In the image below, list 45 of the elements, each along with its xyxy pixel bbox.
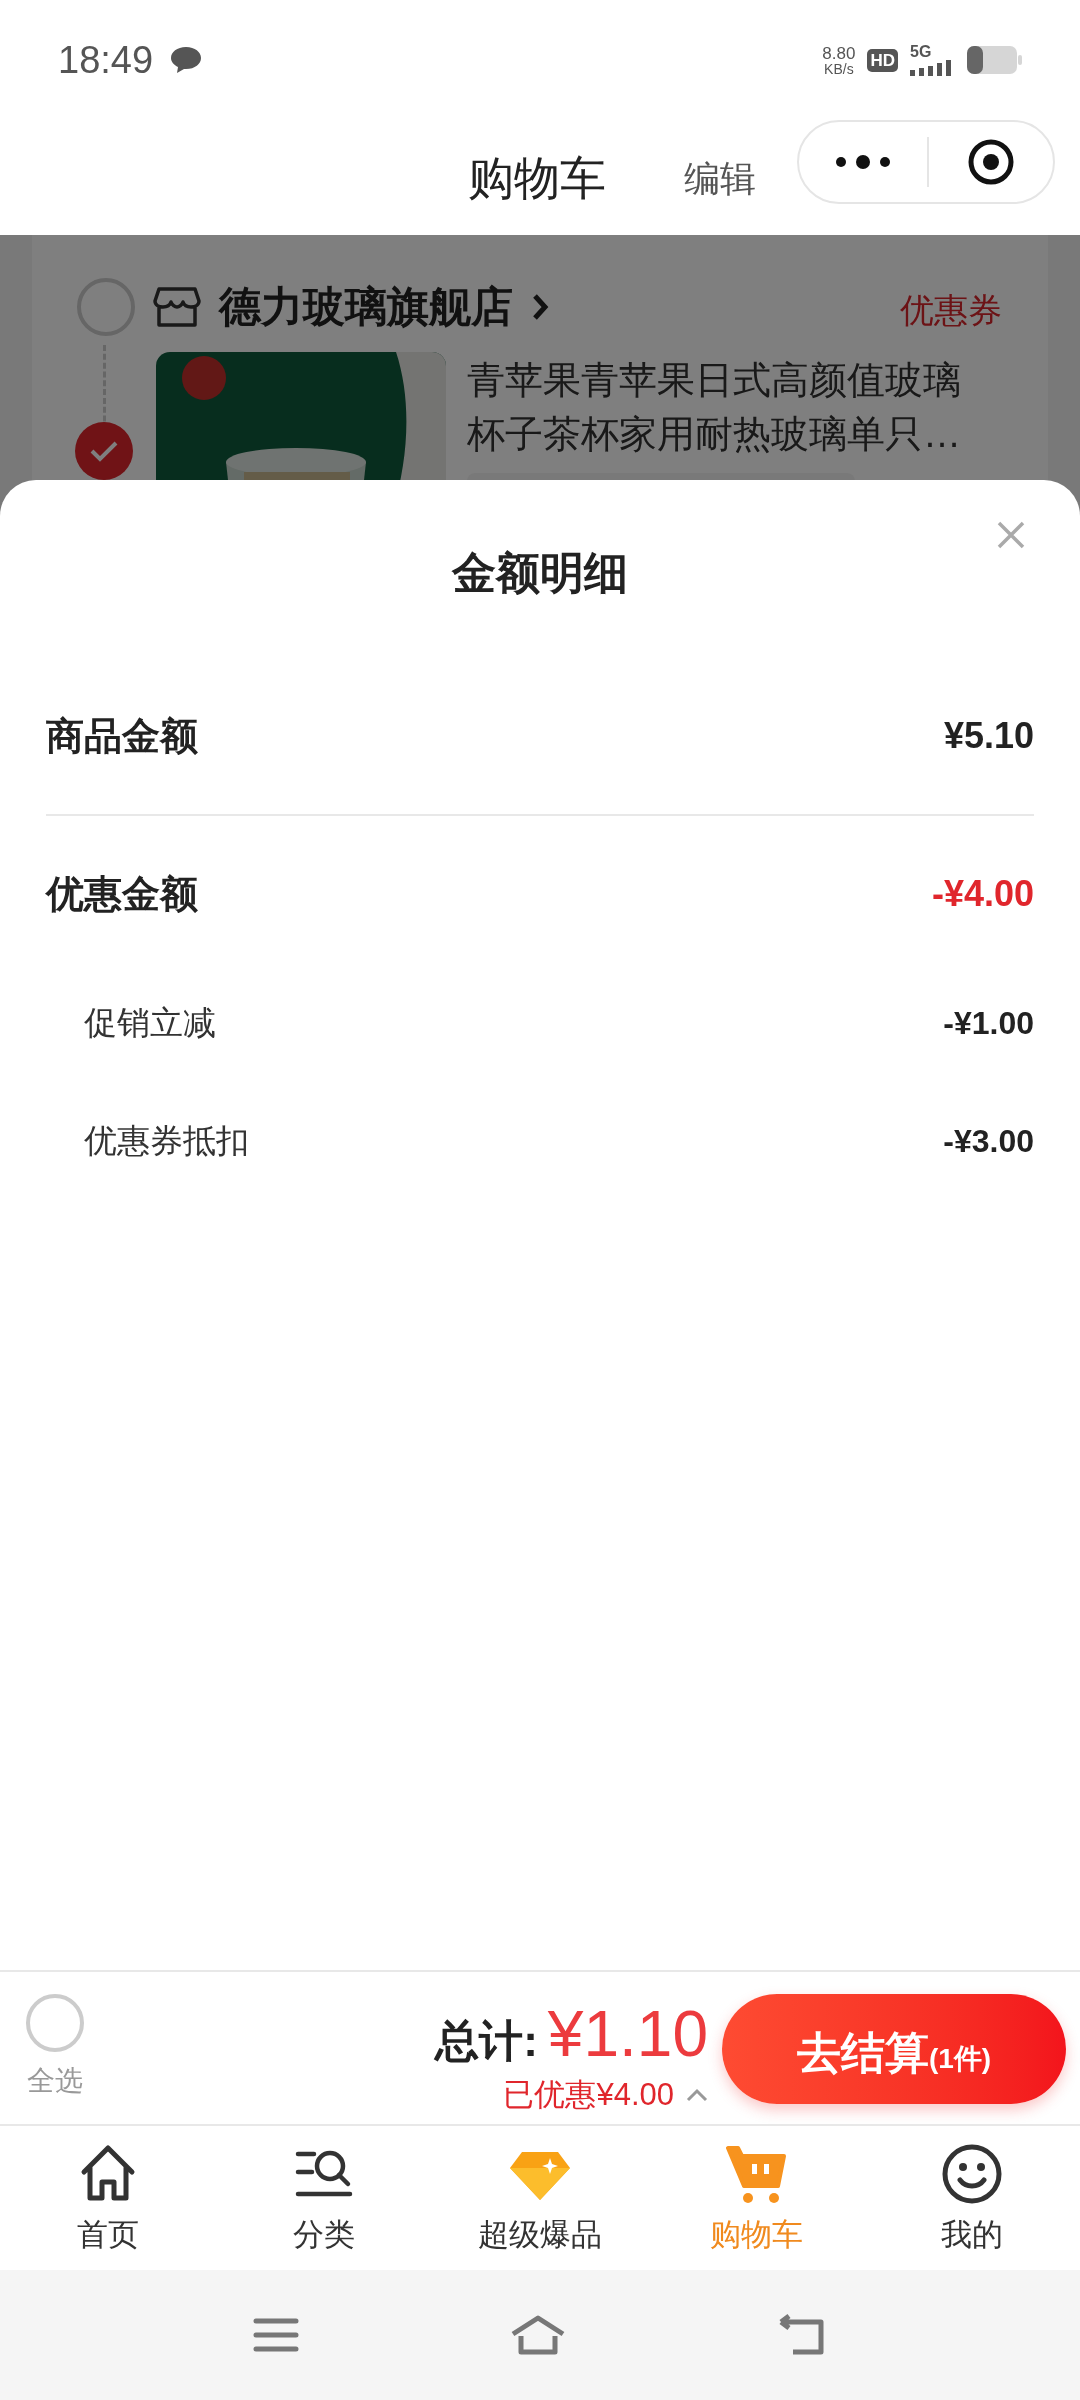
item-checkbox[interactable] (75, 422, 133, 480)
signal-icon (910, 60, 954, 76)
amount-label: 优惠金额 (46, 871, 198, 917)
tab-item[interactable]: 购物车 (648, 2126, 864, 2270)
status-time: 18:49 (58, 37, 154, 83)
tab-item[interactable]: 首页 (0, 2126, 216, 2270)
tab-item[interactable]: 我的 (864, 2126, 1080, 2270)
select-all-label: 全选 (27, 2064, 83, 2098)
sheet-title: 金额明细 (452, 547, 628, 599)
amount-value: ¥5.10 (943, 714, 1034, 758)
amount-label: 优惠券抵扣 (84, 1121, 249, 1162)
checkmark-icon (89, 439, 119, 463)
menu-icon[interactable] (253, 2316, 299, 2354)
chevron-up-icon (686, 2088, 708, 2103)
target-icon (967, 138, 1015, 186)
discount-text[interactable]: 已优惠¥4.00 (503, 2072, 674, 2119)
network-type: 5G (910, 44, 932, 60)
amount-value: -¥3.00 (943, 1122, 1034, 1161)
select-all-checkbox[interactable] (26, 1994, 84, 2052)
edit-link[interactable]: 编辑 (684, 152, 756, 206)
close-icon[interactable] (996, 520, 1026, 550)
speed-unit: KB/s (824, 61, 854, 76)
hd-badge: HD (867, 48, 898, 72)
checkout-button[interactable]: 去结算(1件) (722, 1994, 1066, 2104)
page-title: 购物车 (468, 151, 606, 206)
chevron-right-icon (531, 292, 549, 321)
coupon-link[interactable]: 优惠券 (900, 285, 1002, 336)
battery-icon (966, 45, 1022, 75)
amount-label: 商品金额 (46, 713, 198, 759)
store-icon (153, 284, 201, 329)
home-nav-icon[interactable] (509, 2314, 567, 2356)
store-name[interactable]: 德力玻璃旗舰店 (219, 275, 513, 338)
tab-item[interactable]: 超级爆品 (432, 2126, 648, 2270)
amount-label: 促销立减 (84, 1003, 216, 1044)
back-icon[interactable] (777, 2314, 827, 2356)
network-speed: 8.80 (822, 44, 856, 62)
smiley-icon (940, 2142, 1004, 2206)
total-label: 总计: (435, 2015, 538, 2067)
total-price: ¥1.10 (547, 1997, 708, 2072)
product-title[interactable]: 青苹果青苹果日式高颜值玻璃杯子茶杯家用耐热玻璃单只… (467, 353, 997, 461)
tab-item[interactable]: 分类 (216, 2126, 432, 2270)
more-icon (833, 154, 893, 170)
message-icon (169, 45, 204, 75)
amount-value: -¥4.00 (931, 872, 1034, 916)
amount-value: -¥1.00 (943, 1004, 1034, 1043)
